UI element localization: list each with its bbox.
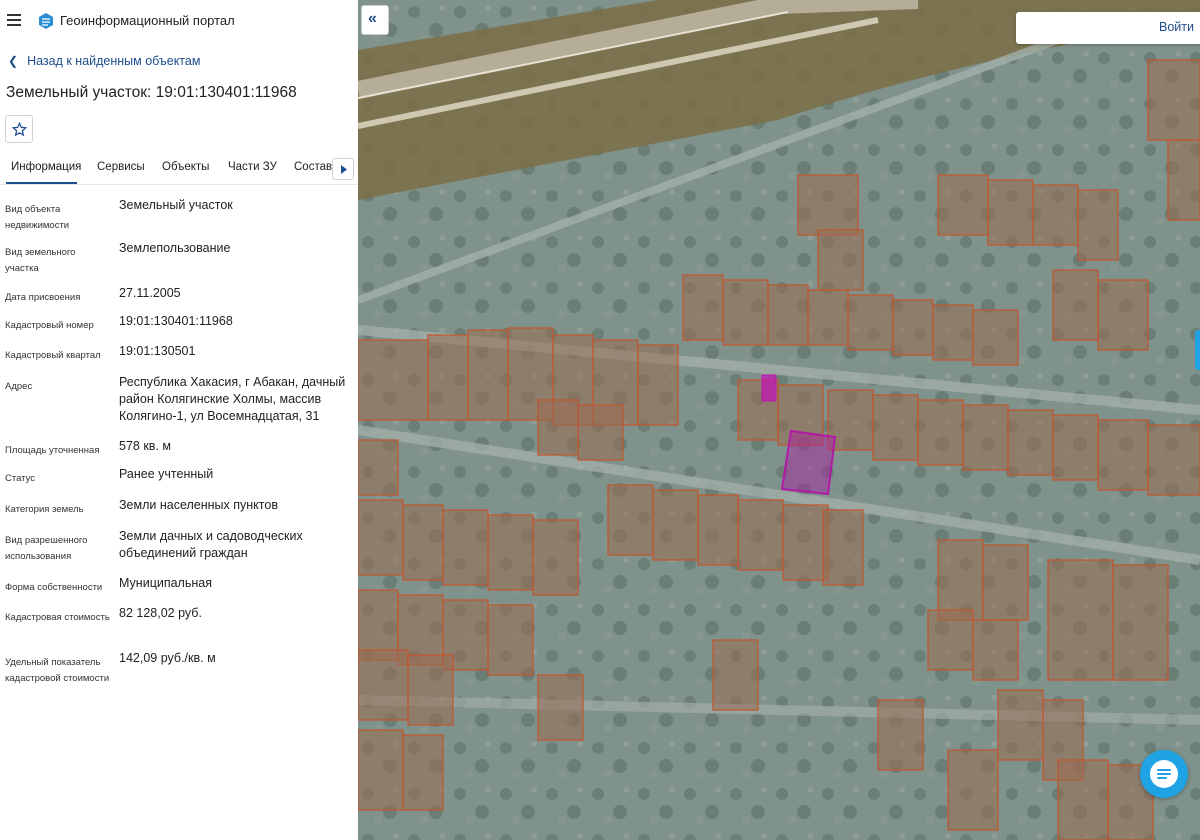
- field-value: Земельный участок: [119, 198, 233, 212]
- page-title: Земельный участок: 19:01:130401:11968: [6, 84, 297, 101]
- field-label: Вид земельного участка: [5, 247, 76, 274]
- field-label: Удельный показатель кадастровой стоимост…: [5, 657, 110, 684]
- field-value: Земли населенных пунктов: [119, 498, 278, 512]
- chevron-left-icon: ❮: [8, 54, 19, 68]
- double-chevron-left-icon: «: [368, 10, 377, 27]
- field-value: 578 кв. м: [119, 439, 171, 453]
- info-panel: Геоинформационный портал ❮ Назад к найден…: [0, 0, 358, 840]
- field-value: 142,09 руб./кв. м: [119, 651, 216, 665]
- tabs-scroll-right-button[interactable]: [332, 158, 354, 180]
- tab-parts[interactable]: Части ЗУ: [228, 161, 277, 173]
- highlighted-parcel-small: [761, 374, 777, 402]
- field-label: Кадастровый квартал: [5, 350, 101, 361]
- star-icon: [12, 122, 27, 137]
- field-label: Дата присвоения: [5, 292, 81, 303]
- field-value: Землепользование: [119, 241, 231, 255]
- login-label: Войти: [1159, 20, 1194, 34]
- tab-information[interactable]: Информация: [11, 161, 81, 173]
- field-label: Категория земель: [5, 504, 84, 515]
- back-link-label: Назад к найденным объектам: [27, 54, 201, 68]
- top-bar: Геоинформационный портал: [0, 0, 358, 42]
- tab-bar: Информация Сервисы Объекты Части ЗУ Сост…: [0, 156, 358, 185]
- hamburger-menu-icon[interactable]: [7, 14, 21, 26]
- field-label: Кадастровая стоимость: [5, 612, 110, 623]
- side-panel-handle[interactable]: [1195, 330, 1200, 370]
- field-label: Вид разрешенного использования: [5, 535, 88, 562]
- field-value: Земли дачных и садоводческих объединений…: [119, 529, 303, 560]
- field-value: 19:01:130401:11968: [119, 314, 233, 328]
- satellite-imagery: [358, 0, 1200, 840]
- chat-button[interactable]: [1140, 750, 1188, 798]
- field-value: 19:01:130501: [119, 344, 196, 358]
- field-value: Муниципальная: [119, 576, 212, 590]
- login-button[interactable]: Войти: [1016, 12, 1200, 44]
- field-value: Ранее учтенный: [119, 467, 214, 481]
- tab-services[interactable]: Сервисы: [97, 161, 145, 173]
- field-label: Адрес: [5, 381, 33, 392]
- field-label: Форма собственности: [5, 582, 103, 593]
- portal-logo-icon: [39, 13, 53, 29]
- field-value: 27.11.2005: [119, 286, 181, 300]
- portal-title: Геоинформационный портал: [60, 13, 235, 28]
- field-label: Площадь уточненная: [5, 445, 100, 456]
- chat-icon: [1150, 760, 1178, 788]
- map-view[interactable]: [358, 0, 1200, 840]
- collapse-panel-button[interactable]: «: [361, 5, 389, 35]
- caret-right-icon: [341, 165, 347, 174]
- back-to-results-link[interactable]: ❮ Назад к найденным объектам: [8, 54, 200, 68]
- selected-parcel: [780, 429, 837, 496]
- active-tab-indicator: [6, 182, 77, 184]
- tab-objects[interactable]: Объекты: [162, 161, 209, 173]
- field-label: Вид объекта недвижимости: [5, 204, 70, 231]
- field-label: Статус: [5, 473, 36, 484]
- field-label: Кадастровый номер: [5, 320, 94, 331]
- field-value: Республика Хакасия, г Абакан, дачный рай…: [119, 375, 346, 423]
- favorite-button[interactable]: [5, 115, 33, 143]
- tab-composition[interactable]: Состав: [294, 161, 332, 173]
- field-value: 82 128,02 руб.: [119, 606, 202, 620]
